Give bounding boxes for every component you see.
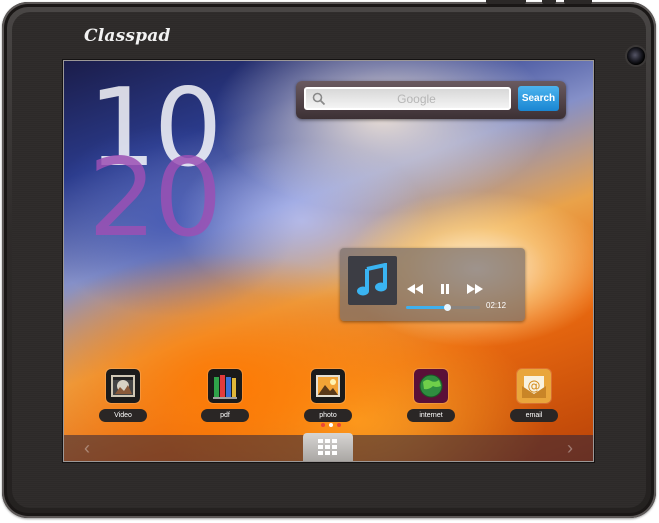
search-widget: Search (296, 81, 566, 119)
page-dot[interactable] (329, 423, 333, 427)
search-box[interactable] (304, 87, 511, 110)
home-screen: 10 20 Search (64, 61, 593, 461)
camera-icon (627, 47, 645, 65)
search-input[interactable] (330, 89, 503, 108)
search-icon (312, 92, 326, 106)
chevron-right-icon[interactable]: › (567, 438, 573, 459)
page-dot[interactable] (337, 423, 341, 427)
music-player-widget: 02:12 (340, 248, 525, 321)
app-photo[interactable]: photo (301, 369, 357, 425)
app-drawer-button[interactable] (303, 433, 353, 461)
hardware-buttons (486, 0, 606, 4)
page-dot[interactable] (321, 423, 325, 427)
app-email[interactable]: @ email (507, 369, 563, 425)
grid-icon (318, 439, 337, 455)
progress-knob[interactable] (443, 304, 451, 311)
brand-logo: Classpad (84, 26, 171, 46)
album-art[interactable] (348, 256, 397, 305)
app-internet[interactable]: internet (404, 369, 460, 425)
power-button[interactable] (486, 0, 526, 4)
chevron-left-icon[interactable]: ‹ (84, 438, 90, 459)
app-pdf[interactable]: pdf (198, 369, 254, 425)
books-icon (208, 369, 242, 403)
music-note-icon (357, 263, 387, 296)
playback-time: 02:12 (486, 301, 507, 310)
app-label: Video (99, 409, 147, 422)
app-label: email (510, 409, 558, 422)
video-icon (106, 369, 140, 403)
app-label: internet (407, 409, 455, 422)
globe-icon (414, 369, 448, 403)
app-label: photo (304, 409, 352, 422)
page-indicator (321, 423, 351, 429)
search-button[interactable]: Search (518, 86, 559, 111)
pause-icon[interactable] (436, 282, 454, 296)
fast-forward-icon[interactable] (466, 282, 484, 296)
app-label: pdf (201, 409, 249, 422)
menu-button[interactable] (564, 0, 592, 4)
app-video[interactable]: Video (96, 369, 152, 425)
rewind-icon[interactable] (406, 282, 424, 296)
email-icon: @ (517, 369, 551, 403)
clock-minute: 20 (88, 136, 222, 261)
progress-track[interactable] (406, 304, 480, 311)
photo-icon (311, 369, 345, 403)
progress-fill (406, 306, 447, 309)
volume-button[interactable] (542, 0, 556, 4)
